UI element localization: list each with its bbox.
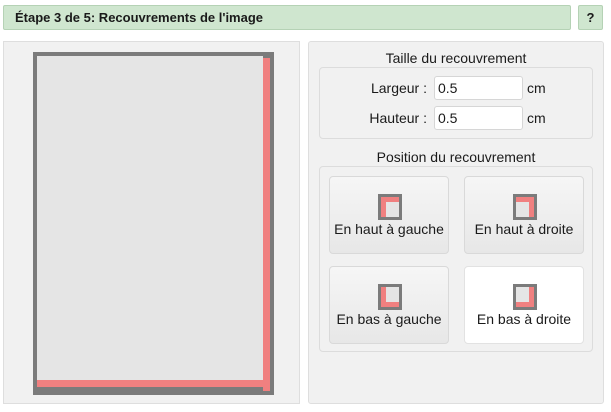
- bottom-left-button[interactable]: En bas à gauche: [329, 266, 449, 344]
- height-input[interactable]: [434, 106, 523, 130]
- width-input[interactable]: [434, 76, 523, 100]
- overlap-strip-right: [263, 58, 270, 391]
- width-unit: cm: [527, 80, 546, 96]
- overlap-strip-bottom: [37, 380, 270, 387]
- size-section: Largeur : cm Hauteur : cm: [319, 67, 593, 139]
- step-title-bar: Étape 3 de 5: Recouvrements de l'image: [3, 5, 571, 30]
- overlap-bottom-right-icon: [513, 284, 537, 310]
- step-title: Étape 3 de 5: Recouvrements de l'image: [15, 10, 264, 25]
- height-row: Hauteur : cm: [320, 106, 592, 130]
- height-label: Hauteur :: [369, 110, 427, 126]
- preview-panel: [3, 41, 300, 404]
- height-unit: cm: [527, 110, 546, 126]
- top-left-button[interactable]: En haut à gauche: [329, 176, 449, 254]
- top-right-button[interactable]: En haut à droite: [464, 176, 584, 254]
- page-preview: [33, 52, 274, 395]
- overlap-top-right-icon: [513, 194, 537, 220]
- help-button[interactable]: ?: [578, 5, 603, 30]
- bottom-right-label: En bas à droite: [476, 311, 572, 327]
- width-row: Largeur : cm: [320, 76, 592, 100]
- top-left-label: En haut à gauche: [334, 221, 444, 237]
- bottom-right-button[interactable]: En bas à droite: [464, 266, 584, 344]
- position-section-title: Position du recouvrement: [376, 149, 536, 165]
- settings-panel: Taille du recouvrement Largeur : cm Haut…: [308, 41, 604, 404]
- overlap-bottom-left-icon: [378, 284, 402, 310]
- position-section: En haut à gauche En haut à droite En bas…: [319, 166, 593, 352]
- top-right-label: En haut à droite: [474, 221, 574, 237]
- page-area: [37, 56, 263, 380]
- overlap-top-left-icon: [378, 194, 402, 220]
- width-label: Largeur :: [370, 80, 427, 96]
- bottom-left-label: En bas à gauche: [336, 311, 442, 327]
- size-section-title: Taille du recouvrement: [385, 50, 527, 66]
